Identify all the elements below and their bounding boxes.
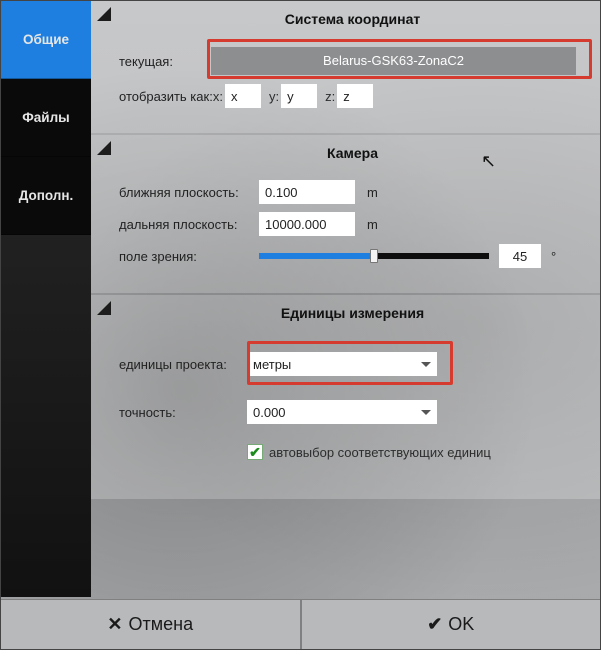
collapse-icon[interactable] bbox=[97, 141, 111, 155]
tab-general[interactable]: Общие bbox=[1, 1, 91, 79]
fov-slider-fill bbox=[259, 253, 374, 259]
auto-units-checkbox[interactable]: ✔ автовыбор соответствующих единиц bbox=[247, 444, 491, 460]
far-plane-input[interactable] bbox=[259, 212, 355, 236]
panel-coord-system: Система координат текущая: Belarus-GSK63… bbox=[91, 1, 600, 133]
project-units-value: метры bbox=[253, 357, 291, 372]
cancel-label: Отмена bbox=[129, 614, 194, 635]
panel-title-camera: Камера bbox=[119, 141, 586, 173]
tab-additional[interactable]: Дополн. bbox=[1, 157, 91, 235]
precision-value: 0.000 bbox=[253, 405, 286, 420]
near-plane-input[interactable] bbox=[259, 180, 355, 204]
current-crs-button[interactable]: Belarus-GSK63-ZonaC2 bbox=[211, 47, 576, 75]
axis-y-label: y: bbox=[269, 89, 279, 104]
axis-x-label: x: bbox=[213, 89, 223, 104]
far-plane-unit: m bbox=[367, 217, 378, 232]
precision-select[interactable]: 0.000 bbox=[247, 400, 437, 424]
close-icon: ✕ bbox=[107, 614, 122, 635]
near-plane-unit: m bbox=[367, 185, 378, 200]
panel-title-coords: Система координат bbox=[119, 7, 586, 39]
footer: ✕ Отмена ✔ OK bbox=[1, 599, 600, 649]
sidebar: Общие Файлы Дополн. bbox=[1, 1, 91, 597]
display-as-label: отобразить как: bbox=[119, 89, 213, 104]
tab-files[interactable]: Файлы bbox=[1, 79, 91, 157]
current-crs-label: текущая: bbox=[119, 54, 207, 69]
collapse-icon[interactable] bbox=[97, 301, 111, 315]
axis-z-label: z: bbox=[325, 89, 335, 104]
far-plane-label: дальняя плоскость: bbox=[119, 217, 259, 232]
chevron-down-icon bbox=[421, 410, 431, 415]
axis-x-input[interactable] bbox=[225, 84, 261, 108]
axis-z-input[interactable] bbox=[337, 84, 373, 108]
panel-title-units: Единицы измерения bbox=[119, 301, 586, 333]
project-units-select[interactable]: метры bbox=[247, 352, 437, 376]
ok-label: OK bbox=[448, 614, 474, 635]
main-panel: Система координат текущая: Belarus-GSK63… bbox=[91, 1, 600, 597]
fov-slider[interactable] bbox=[259, 246, 489, 266]
cancel-button[interactable]: ✕ Отмена bbox=[1, 599, 300, 649]
fov-unit: ° bbox=[551, 249, 556, 264]
fov-slider-thumb[interactable] bbox=[370, 249, 378, 263]
axis-y-input[interactable] bbox=[281, 84, 317, 108]
precision-label: точность: bbox=[119, 405, 247, 420]
auto-units-label: автовыбор соответствующих единиц bbox=[269, 445, 491, 460]
fov-input[interactable] bbox=[499, 244, 541, 268]
near-plane-label: ближняя плоскость: bbox=[119, 185, 259, 200]
collapse-icon[interactable] bbox=[97, 7, 111, 21]
fov-label: поле зрения: bbox=[119, 249, 259, 264]
panel-units: Единицы измерения единицы проекта: метры… bbox=[91, 295, 600, 499]
check-icon: ✔ bbox=[427, 614, 442, 635]
ok-button[interactable]: ✔ OK bbox=[300, 599, 601, 649]
check-icon: ✔ bbox=[247, 444, 263, 460]
chevron-down-icon bbox=[421, 362, 431, 367]
panel-camera: Камера ближняя плоскость: m дальняя плос… bbox=[91, 135, 600, 293]
project-units-label: единицы проекта: bbox=[119, 357, 247, 372]
